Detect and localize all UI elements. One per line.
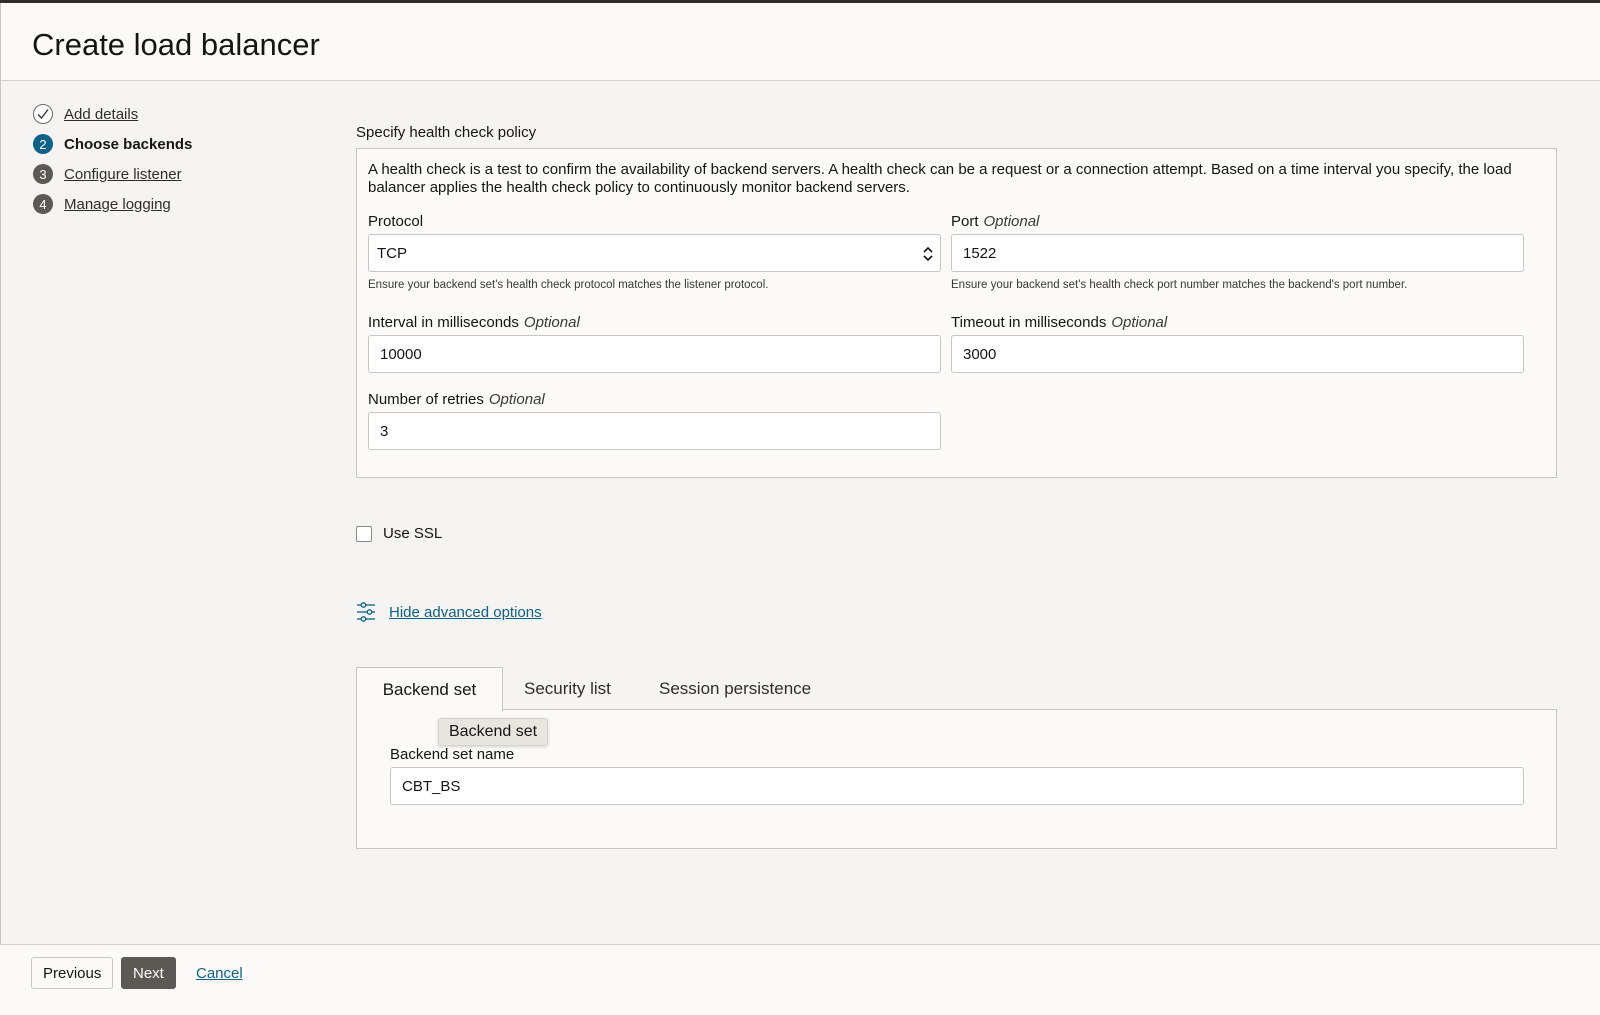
tab-label: Security list — [524, 678, 611, 698]
port-input[interactable] — [951, 234, 1524, 272]
backend-set-name-input[interactable] — [390, 767, 1524, 805]
up-down-chevron-icon — [923, 246, 933, 262]
page-title: Create load balancer — [32, 27, 320, 62]
page-header: Create load balancer — [0, 3, 1600, 81]
interval-label-text: Interval in milliseconds — [368, 314, 519, 331]
step-label: Add details — [64, 105, 139, 123]
use-ssl-label: Use SSL — [383, 525, 443, 542]
protocol-help-text: Ensure your backend set's health check p… — [368, 279, 769, 291]
timeout-label-text: Timeout in milliseconds — [951, 314, 1107, 331]
optional-tag: Optional — [523, 314, 580, 331]
step-add-details[interactable]: Add details — [33, 103, 192, 125]
step-label: Manage logging — [64, 195, 171, 213]
step-label: Choose backends — [64, 135, 193, 153]
step-number-badge: 3 — [33, 164, 53, 184]
next-button[interactable]: Next — [121, 957, 176, 989]
protocol-selected-value: TCP — [377, 244, 407, 262]
wizard-steps: Add details 2 Choose backends 3 Configur… — [33, 103, 192, 223]
retries-input[interactable] — [368, 412, 941, 450]
backend-set-name-label: Backend set name — [390, 746, 515, 763]
wizard-footer: Previous Next Cancel — [0, 944, 1600, 1015]
tab-tooltip: Backend set — [438, 718, 549, 746]
cancel-link[interactable]: Cancel — [196, 965, 243, 982]
use-ssl-checkbox[interactable] — [356, 525, 372, 542]
health-check-section-title: Specify health check policy — [356, 124, 537, 141]
tab-label: Session persistence — [659, 678, 812, 698]
step-choose-backends[interactable]: 2 Choose backends — [33, 133, 192, 155]
step-manage-logging[interactable]: 4 Manage logging — [33, 193, 192, 215]
protocol-label: Protocol — [368, 213, 423, 230]
step-number-badge: 4 — [33, 194, 53, 214]
step-number-badge: 2 — [33, 134, 53, 154]
health-check-description: A health check is a test to confirm the … — [368, 161, 1512, 196]
step-label: Configure listener — [64, 165, 182, 183]
use-ssl-option[interactable]: Use SSL — [356, 525, 442, 542]
hide-advanced-options-link: Hide advanced options — [389, 603, 542, 621]
previous-button[interactable]: Previous — [31, 957, 114, 989]
optional-tag: Optional — [1111, 314, 1168, 331]
tab-backend-set[interactable]: Backend set — [356, 667, 503, 711]
timeout-input[interactable] — [951, 335, 1524, 373]
interval-label: Interval in milliseconds Optional — [368, 314, 580, 331]
checkmark-icon — [33, 104, 53, 124]
tab-session-persistence[interactable]: Session persistence — [659, 667, 811, 710]
tab-security-list[interactable]: Security list — [524, 667, 611, 710]
protocol-label-text: Protocol — [368, 213, 424, 230]
retries-label: Number of retries Optional — [368, 391, 545, 408]
timeout-label: Timeout in milliseconds Optional — [951, 314, 1167, 331]
port-label-text: Port — [951, 213, 979, 230]
port-help-text: Ensure your backend set's health check p… — [951, 279, 1408, 291]
interval-input[interactable] — [368, 335, 941, 373]
protocol-select[interactable]: TCP — [368, 234, 941, 272]
port-label: Port Optional — [951, 213, 1039, 230]
health-check-panel: A health check is a test to confirm the … — [356, 148, 1557, 478]
optional-tag: Optional — [983, 213, 1040, 230]
hide-advanced-options[interactable]: Hide advanced options — [356, 601, 542, 623]
retries-label-text: Number of retries — [368, 391, 484, 408]
step-configure-listener[interactable]: 3 Configure listener — [33, 163, 192, 185]
optional-tag: Optional — [488, 391, 545, 408]
left-edge-divider — [0, 3, 1, 1015]
sliders-icon — [357, 602, 375, 622]
tab-label: Backend set — [382, 679, 477, 699]
